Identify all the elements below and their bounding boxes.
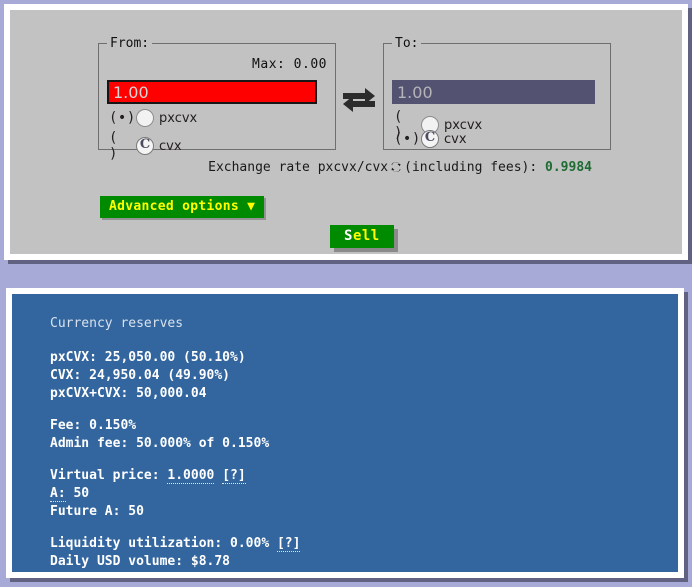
to-option-cvx[interactable]: (•) cvx	[394, 129, 467, 148]
reserves-title: Currency reserves	[50, 316, 184, 331]
exchange-rate-value: 0.9984	[545, 160, 592, 175]
virtual-price-label: Virtual price:	[50, 468, 160, 483]
sell-button[interactable]: Sell	[330, 225, 394, 248]
from-radio-pxcvx[interactable]: (•)	[109, 110, 135, 126]
amplification-line: A: 50	[50, 485, 678, 503]
from-legend: From:	[110, 36, 150, 51]
virtual-price-line: Virtual price: 1.0000 [?]	[50, 467, 678, 485]
from-radio-cvx[interactable]: ( )	[109, 130, 131, 162]
to-legend: To:	[395, 36, 419, 51]
from-option-cvx[interactable]: ( ) cvx	[109, 130, 182, 162]
admin-fee-line: Admin fee: 50.000% of 0.150%	[50, 436, 270, 451]
to-radio-cvx[interactable]: (•)	[394, 131, 420, 147]
sell-button-rest: ell	[352, 228, 380, 244]
reserves-panel-inner: Currency reserves pxCVX: 25,050.00 (50.1…	[9, 291, 681, 575]
to-section: To: ( ) pxcvx (•) cvx	[383, 36, 611, 150]
from-option-pxcvx[interactable]: (•) pxcvx	[109, 109, 197, 127]
liquidity-utilization-help-icon[interactable]: [?]	[276, 536, 301, 552]
refresh-icon-svg	[391, 162, 401, 172]
from-option-cvx-label: cvx	[159, 138, 182, 154]
swap-arrows-icon[interactable]	[341, 84, 377, 116]
liquidity-utilization-value: 0.00%	[230, 536, 270, 551]
refresh-icon[interactable]	[390, 161, 402, 177]
cvx-token-icon	[136, 136, 154, 155]
swap-arrows-svg	[343, 88, 375, 112]
reserve-cvx: CVX: 24,950.04 (49.90%)	[50, 368, 231, 383]
swap-panel: From: Max: 0.00 (•) pxcvx ( ) cvx T	[4, 4, 688, 260]
exchange-rate-prefix: Exchange rate pxcvx/cvx	[208, 160, 389, 175]
daily-volume-line: Daily USD volume: $8.78	[50, 554, 231, 569]
pxcvx-token-icon	[136, 109, 154, 127]
fee-line: Fee: 0.150%	[50, 418, 137, 433]
to-amount-input[interactable]	[392, 80, 595, 104]
from-amount-input[interactable]	[107, 80, 317, 104]
from-section: From: Max: 0.00 (•) pxcvx ( ) cvx	[98, 36, 336, 162]
future-amplification-line: Future A: 50	[50, 504, 144, 519]
liquidity-utilization-line: Liquidity utilization: 0.00% [?]	[50, 535, 678, 553]
virtual-price-help-icon[interactable]: [?]	[222, 468, 246, 484]
reserve-total: pxCVX+CVX: 50,000.04	[50, 386, 207, 401]
virtual-price-value: 1.0000	[167, 468, 215, 484]
from-option-pxcvx-label: pxcvx	[159, 110, 198, 126]
exchange-rate-line: Exchange rate pxcvx/cvx (including fees):…	[10, 160, 592, 177]
reserve-pxcvx: pxCVX: 25,050.00 (50.10%)	[50, 350, 246, 365]
liquidity-utilization-label: Liquidity utilization:	[50, 536, 223, 551]
exchange-rate-suffix: (including fees):	[404, 160, 538, 175]
amplification-label: A:	[50, 486, 66, 502]
advanced-options-button[interactable]: Advanced options ▼	[100, 196, 265, 218]
cvx-token-icon	[421, 129, 439, 148]
amplification-value: 50	[73, 486, 90, 501]
swap-panel-inner: From: Max: 0.00 (•) pxcvx ( ) cvx T	[7, 7, 685, 257]
reserves-panel: Currency reserves pxCVX: 25,050.00 (50.1…	[6, 288, 684, 578]
sell-button-first-char: S	[344, 228, 353, 244]
to-option-cvx-label: cvx	[444, 131, 467, 147]
from-max-label: Max: 0.00	[252, 57, 327, 72]
